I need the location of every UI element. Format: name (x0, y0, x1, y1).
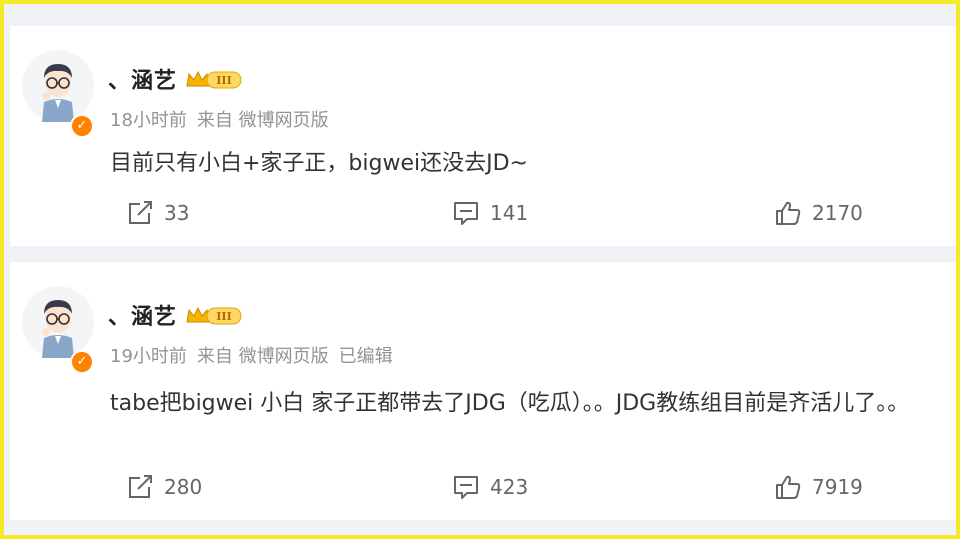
vip-level: III (216, 74, 231, 87)
post-content: 目前只有小白+家子正，bigwei还没去JD~ (110, 151, 528, 176)
comment-button[interactable]: 141 (452, 198, 528, 228)
post-time[interactable]: 19小时前 (110, 342, 187, 368)
avatar-cartoon-icon (22, 50, 94, 122)
post-time[interactable]: 18小时前 (110, 106, 187, 132)
post-actions: 33 141 2170 (10, 198, 956, 228)
repost-button[interactable]: 33 (126, 198, 189, 228)
weibo-post-card: ✓ 、涵艺 III 18小时前 来自 微博网页版 目前只有小白+家子正，bigw… (10, 26, 956, 246)
repost-count: 33 (164, 201, 190, 225)
verified-badge-icon: ✓ (70, 114, 94, 138)
verified-badge-icon: ✓ (70, 350, 94, 374)
post-source: 来自 微博网页版 (196, 346, 329, 367)
like-icon (776, 475, 801, 499)
vip-crown-icon[interactable]: III (185, 304, 243, 326)
post-actions: 280 423 7919 (10, 472, 956, 502)
like-count: 2170 (812, 201, 863, 225)
post-meta: 18小时前 来自 微博网页版 (110, 106, 329, 132)
post-header: 、涵艺 III (108, 298, 243, 332)
post-meta: 19小时前 来自 微博网页版 已编辑 (110, 342, 393, 368)
avatar[interactable] (22, 50, 94, 122)
weibo-post-card: ✓ 、涵艺 III 19小时前 来自 微博网页版 已编辑 tabe把bigwei… (10, 262, 956, 520)
repost-button[interactable]: 280 (126, 472, 202, 502)
edited-label[interactable]: 已编辑 (339, 342, 393, 368)
comment-count: 141 (490, 201, 529, 225)
like-count: 7919 (812, 475, 863, 499)
comment-icon (454, 476, 478, 499)
comment-icon (454, 202, 478, 225)
post-content: tabe把bigwei 小白 家子正都带去了JDG（吃瓜）。。JDG教练组目前是… (110, 391, 910, 416)
avatar[interactable] (22, 286, 94, 358)
repost-count: 280 (164, 475, 203, 499)
comment-button[interactable]: 423 (452, 472, 528, 502)
repost-icon (129, 475, 152, 498)
username[interactable]: 、涵艺 (108, 299, 177, 331)
vip-crown-icon[interactable]: III (185, 68, 243, 90)
avatar-cartoon-icon (22, 286, 94, 358)
post-header: 、涵艺 III (108, 62, 243, 96)
repost-icon (129, 201, 152, 224)
like-button[interactable]: 7919 (774, 472, 863, 502)
screenshot-frame: ✓ 、涵艺 III 18小时前 来自 微博网页版 目前只有小白+家子正，bigw… (0, 0, 960, 539)
post-source: 来自 微博网页版 (196, 110, 329, 131)
comment-count: 423 (490, 475, 529, 499)
like-button[interactable]: 2170 (774, 198, 863, 228)
username[interactable]: 、涵艺 (108, 63, 177, 95)
like-icon (776, 201, 801, 225)
vip-level: III (216, 310, 231, 323)
